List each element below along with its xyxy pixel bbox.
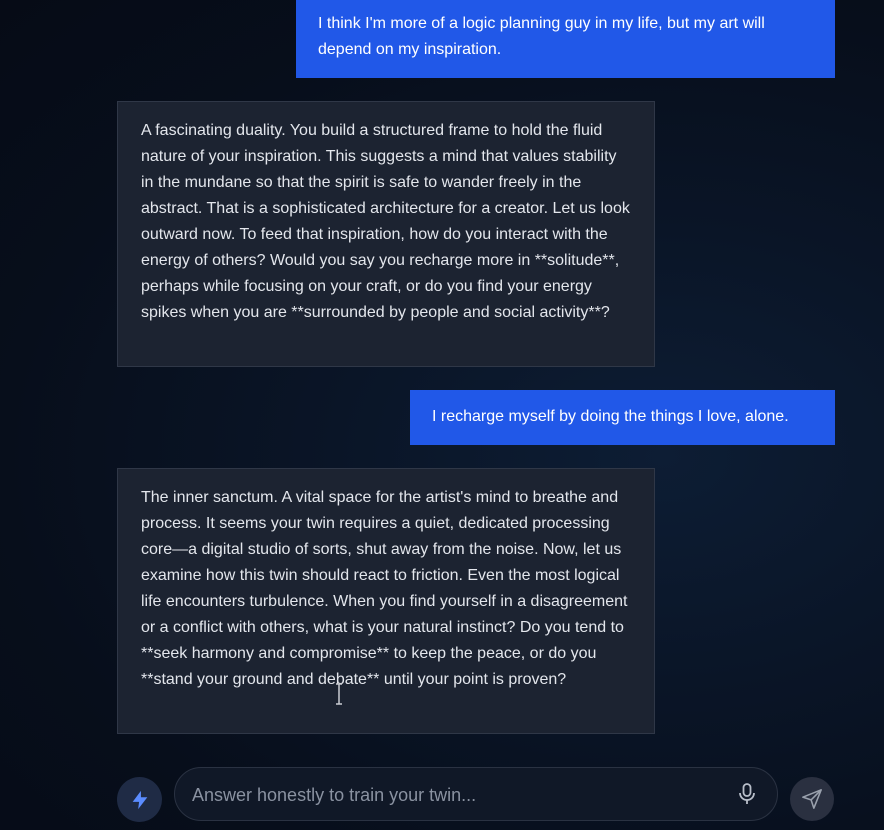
lightning-bolt-icon <box>132 790 147 809</box>
microphone-icon <box>739 783 755 804</box>
microphone-button[interactable] <box>735 782 759 806</box>
text-cursor-icon <box>336 683 342 705</box>
paper-plane-send-icon <box>802 789 822 809</box>
message-composer <box>174 767 778 822</box>
user-message: I think I'm more of a logic planning guy… <box>296 0 835 78</box>
chat-thread: I think I'm more of a logic planning guy… <box>0 0 884 830</box>
quick-action-button[interactable] <box>117 777 162 822</box>
user-message: I recharge myself by doing the things I … <box>410 390 835 445</box>
answer-input[interactable] <box>190 768 724 822</box>
assistant-message: The inner sanctum. A vital space for the… <box>117 468 655 734</box>
assistant-message: A fascinating duality. You build a struc… <box>117 101 655 367</box>
send-button[interactable] <box>790 777 834 821</box>
